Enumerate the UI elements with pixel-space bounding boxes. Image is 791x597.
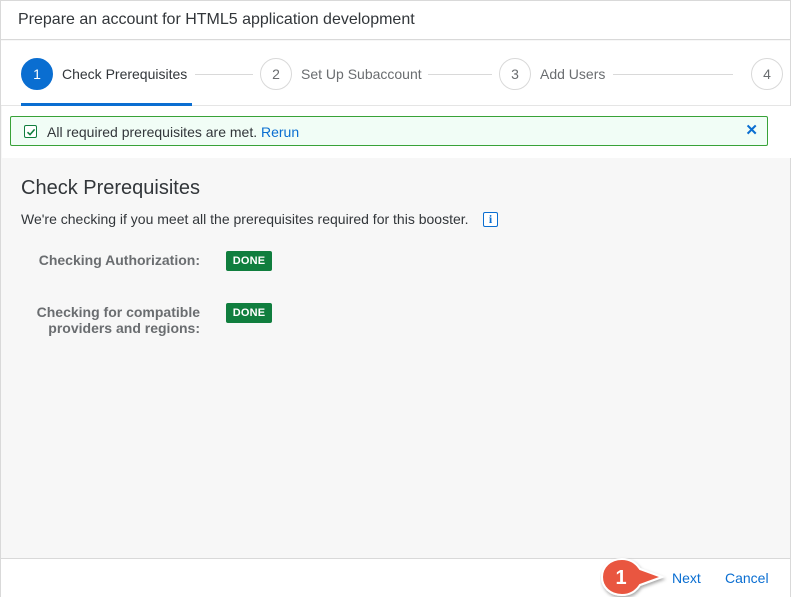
step-number: 3	[499, 58, 531, 90]
wizard-dialog: Prepare an account for HTML5 application…	[0, 0, 791, 597]
label-line: Checking Authorization:	[38, 252, 200, 268]
step-connector	[195, 74, 253, 75]
wizard-step-1[interactable]: 1 Check Prerequisites	[21, 58, 187, 90]
banner-text: All required prerequisites are met.	[47, 124, 258, 140]
cancel-button[interactable]: Cancel	[725, 570, 769, 586]
wizard-step-2[interactable]: 2 Set Up Subaccount	[260, 58, 422, 90]
next-button[interactable]: Next	[672, 570, 701, 586]
step-number: 1	[21, 58, 53, 90]
section-description: We're checking if you meet all the prere…	[21, 211, 469, 227]
step-connector	[428, 74, 492, 75]
step-number: 2	[260, 58, 292, 90]
checkbox-checked-icon	[24, 125, 37, 138]
step-label: Check Prerequisites	[62, 66, 188, 82]
callout-number: 1	[615, 567, 626, 589]
wizard-progress-bar: 1 Check Prerequisites 2 Set Up Subaccoun…	[1, 41, 790, 106]
status-badge: DONE	[226, 251, 272, 271]
check-authorization-label: Checking Authorization:	[39, 252, 200, 268]
callout-arrow-shape	[600, 557, 665, 597]
banner-message: All required prerequisites are met. Reru…	[47, 124, 299, 140]
step-label: Add Users	[540, 66, 606, 82]
rerun-link[interactable]: Rerun	[261, 124, 299, 140]
wizard-step-4[interactable]: 4	[751, 58, 783, 90]
wizard-step-3[interactable]: 3 Add Users	[499, 58, 605, 90]
close-icon[interactable]: ✕	[745, 122, 758, 140]
callout-marker: 1	[600, 557, 665, 597]
step-connector	[613, 74, 733, 75]
step-label: Set Up Subaccount	[301, 66, 422, 82]
info-icon[interactable]: i	[483, 212, 498, 227]
label-line: Checking for compatible	[36, 304, 200, 320]
dialog-title: Prepare an account for HTML5 application…	[18, 11, 415, 28]
label-line: providers and regions:	[48, 320, 200, 336]
section-title: Check Prerequisites	[21, 177, 200, 199]
dialog-footer: Next Cancel	[1, 558, 790, 597]
status-badge: DONE	[226, 303, 272, 323]
dialog-header: Prepare an account for HTML5 application…	[1, 1, 790, 40]
success-message-strip: All required prerequisites are met. Reru…	[10, 116, 768, 146]
step-number: 4	[751, 58, 783, 90]
check-providers-label: Checking for compatible providers and re…	[37, 304, 200, 336]
